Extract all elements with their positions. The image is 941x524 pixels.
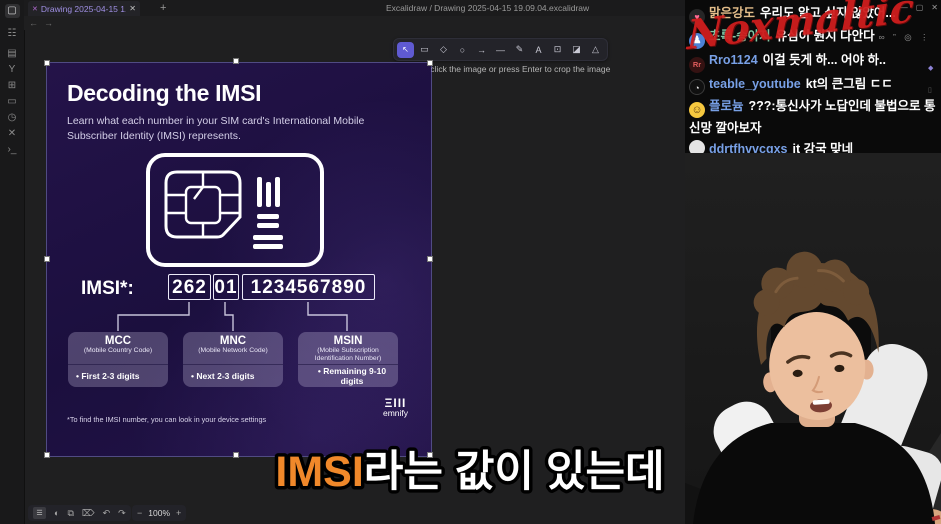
chat-text: 유심이 뭔지 다안다 <box>776 29 875 43</box>
theme-icon[interactable]: ◐ <box>54 508 59 518</box>
chat-message: ☺플로늄???:통신사가 노답인데 불법으로 통신망 깔아보자 <box>685 96 941 138</box>
line-tool[interactable]: — <box>492 42 509 58</box>
close-icon[interactable]: ✕ <box>931 3 938 12</box>
file-icon[interactable]: ▤ <box>0 47 24 61</box>
diamond-tool[interactable]: ◇ <box>435 42 452 58</box>
screen: ▢ ☷ ▤ Y ⊞ ▭ ◷ ✕ ›_ ✕ Drawing 2025-04-15 … <box>0 0 941 524</box>
excalidraw-toolbar: ↖ ▭ ◇ ○ → — ✎ A ⊡ ◪ △ <box>393 38 608 61</box>
terminal-icon[interactable]: ›_ <box>0 143 24 157</box>
resize-handle-tm[interactable] <box>233 58 239 64</box>
canvas-status-bar: ☰ ◐ ⧉ ⌦ ↶ ↷ <box>28 505 131 521</box>
chat-username: 초록-송아지 <box>709 29 771 43</box>
emnify-brand: ΞIII emnify <box>383 397 408 418</box>
redo-icon[interactable]: ↷ <box>118 508 126 519</box>
mcc-card: MCC (Mobile Country Code) • First 2-3 di… <box>68 332 168 387</box>
card-detail: • Next 2-3 digits <box>183 364 283 387</box>
card-title: MSIN <box>298 335 398 347</box>
resize-handle-bl[interactable] <box>44 452 50 458</box>
card-detail: • First 2-3 digits <box>68 364 168 387</box>
excalidraw-icon[interactable]: ✕ <box>0 127 24 141</box>
extensions-icon[interactable]: ⊞ <box>0 79 24 93</box>
streamer-portrait <box>685 153 941 524</box>
selected-image[interactable]: Decoding the IMSI Learn what each number… <box>47 63 431 456</box>
history-icon[interactable]: ◷ <box>0 111 24 125</box>
undo-icon[interactable]: ↶ <box>103 508 111 519</box>
tab-drawing[interactable]: ✕ Drawing 2025-04-15 1... ✕ <box>28 1 140 16</box>
msin-card: MSIN (Mobile Subscription Identification… <box>298 332 398 387</box>
chat-text: 우리도 알고 싶지 않았어... <box>760 6 896 20</box>
trash-icon[interactable]: ⌦ <box>82 508 95 519</box>
restore-icon[interactable]: ▢ <box>916 3 924 12</box>
copy-icon[interactable]: ⧉ <box>67 508 73 519</box>
edge-icons: ◆▯◌ <box>928 64 933 115</box>
connector-lines <box>47 63 431 456</box>
activity-bar: ▢ ☷ ▤ Y ⊞ ▭ ◷ ✕ ›_ <box>0 0 25 524</box>
subtitle-caption: IMSI라는 값이 있는데 <box>225 437 715 505</box>
selection-tool[interactable]: ↖ <box>397 42 414 58</box>
card-title: MCC <box>68 335 168 347</box>
text-tool[interactable]: A <box>530 42 547 58</box>
chat-action-icons[interactable]: ∞ ” ◎ ⋮ <box>879 32 932 42</box>
mnc-card: MNC (Mobile Network Code) • Next 2-3 dig… <box>183 332 283 387</box>
chat-text: kt의 큰그림 ㄷㄷ <box>806 77 893 91</box>
resize-handle-ml[interactable] <box>44 256 50 262</box>
chat-username: 플로늄 <box>709 99 744 113</box>
zoom-controls: − 100% + <box>132 505 186 521</box>
chat-message: ♟ 초록-송아지 유심이 뭔지 다안다 ∞ ” ◎ ⋮ <box>685 26 941 49</box>
chat-username: 맑은강도 <box>709 6 755 20</box>
person-avatar-icon: ♟ <box>689 33 705 49</box>
nav-back-icon[interactable]: ← <box>29 18 38 28</box>
source-control-icon[interactable]: Y <box>0 63 24 77</box>
menu-icon[interactable]: ☰ <box>33 507 46 519</box>
chat-text: 이걸 듯게 하... 어야 하.. <box>763 53 886 67</box>
panel-icon[interactable]: ▭ <box>0 95 24 109</box>
card-subtitle: (Mobile Network Code) <box>183 347 283 355</box>
ellipse-tool[interactable]: ○ <box>454 42 471 58</box>
chat-window-controls: — ▢ ✕ <box>900 3 938 12</box>
tab-close-icon[interactable]: ✕ <box>129 4 136 13</box>
resize-handle-tl[interactable] <box>44 60 50 66</box>
card-title: MNC <box>183 335 283 347</box>
explorer-icon[interactable]: ▢ <box>0 4 24 18</box>
zoom-level[interactable]: 100% <box>148 508 170 518</box>
rr-avatar-icon: Rr <box>689 57 705 73</box>
svg-text:IMSI라는 값이 있는데: IMSI라는 값이 있는데 <box>275 448 664 496</box>
caption-highlight: IMSI <box>275 448 363 496</box>
emnify-name: emnify <box>383 409 408 418</box>
chat-message: Rr Rro1124 이걸 듯게 하... 어야 하.. <box>685 50 941 73</box>
smiley-avatar-icon: ☺ <box>689 102 705 118</box>
chat-username: Rro1124 <box>709 53 758 67</box>
breadcrumb[interactable]: Excalidraw / Drawing 2025-04-15 19.09.04… <box>386 3 589 13</box>
zoom-out-button[interactable]: − <box>137 508 142 518</box>
rectangle-tool[interactable]: ▭ <box>416 42 433 58</box>
card-subtitle: (Mobile Subscription Identification Numb… <box>298 347 398 363</box>
new-tab-button[interactable]: + <box>160 1 166 15</box>
excalidraw-file-icon: ✕ <box>32 5 38 13</box>
card-detail: • Remaining 9-10 digits <box>298 364 398 387</box>
arrow-tool[interactable]: → <box>473 42 490 58</box>
card-subtitle: (Mobile Country Code) <box>68 347 168 355</box>
webcam-view <box>685 153 941 524</box>
live-chat-panel: — ▢ ✕ ♥ 맑은강도 우리도 알고 싶지 않았어... ♟ 초록-송아지 유심이 뭔… <box>685 0 941 153</box>
resize-handle-tr[interactable] <box>427 60 433 66</box>
draw-tool[interactable]: ✎ <box>511 42 528 58</box>
eraser-tool[interactable]: ◪ <box>568 42 585 58</box>
image-tool[interactable]: ⊡ <box>549 42 566 58</box>
nav-forward-icon[interactable]: → <box>44 18 53 28</box>
shapes-tool[interactable]: △ <box>587 42 604 58</box>
minimize-icon[interactable]: — <box>900 3 908 12</box>
tab-title: Drawing 2025-04-15 1... <box>41 4 126 14</box>
logo-avatar-icon: ◔ <box>689 79 705 95</box>
resize-handle-mr[interactable] <box>427 256 433 262</box>
chat-username: teable_youtube <box>709 77 801 91</box>
imsi-infographic: Decoding the IMSI Learn what each number… <box>47 63 431 456</box>
caption-rest: 라는 값이 있는데 <box>364 448 665 496</box>
zoom-in-button[interactable]: + <box>176 508 181 518</box>
heart-avatar-icon: ♥ <box>689 9 705 25</box>
chat-message: ◔ teable_youtube kt의 큰그림 ㄷㄷ <box>685 74 941 95</box>
infographic-footnote: *To find the IMSI number, you can look i… <box>67 415 266 424</box>
outline-icon[interactable]: ☷ <box>0 27 24 41</box>
